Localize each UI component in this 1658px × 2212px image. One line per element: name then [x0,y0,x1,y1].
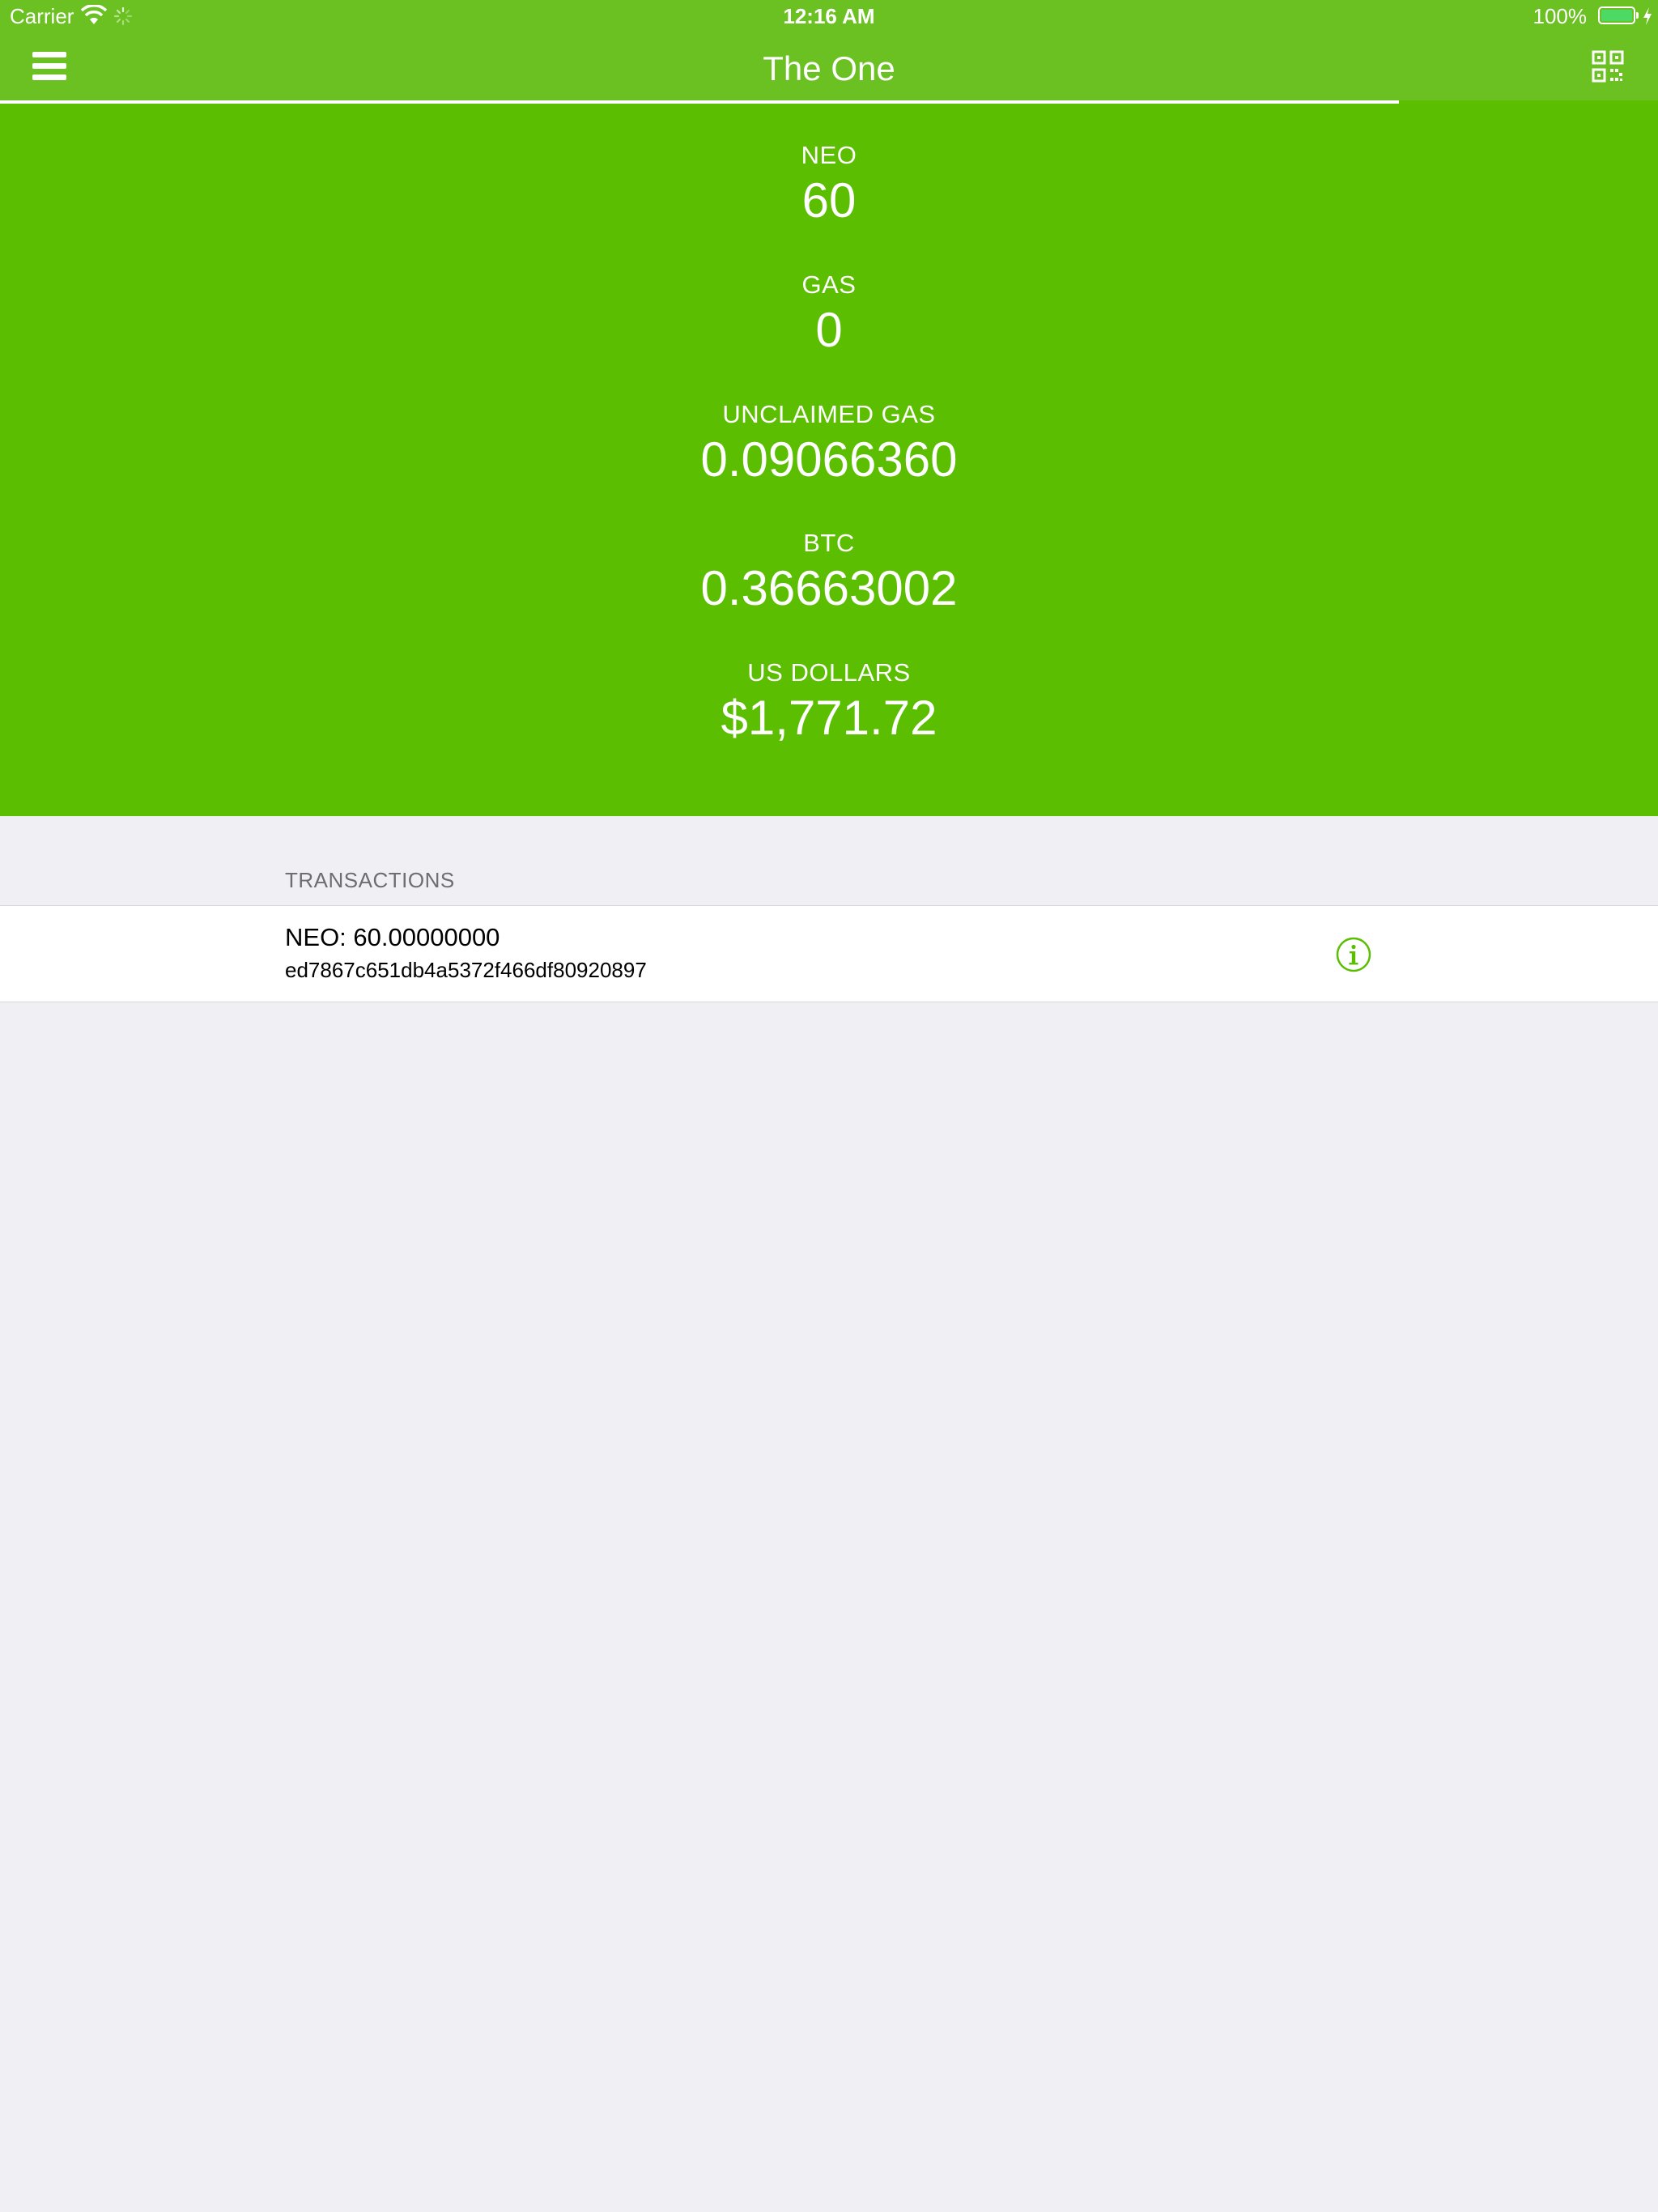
info-icon[interactable] [1336,937,1371,972]
balances-panel: NEO 60 GAS 0 UNCLAIMED GAS 0.09066360 BT… [0,104,1658,816]
balance-neo: NEO 60 [0,139,1658,230]
balance-label: UNCLAIMED GAS [722,400,936,428]
balance-label: US DOLLARS [747,658,911,687]
battery-icon [1598,6,1639,24]
balance-label: NEO [801,141,857,169]
balance-value: 60 [801,173,857,228]
status-time: 12:16 AM [783,4,875,28]
transaction-hash: ed7867c651db4a5372f466df80920897 [285,958,647,982]
balance-value: 0.36663002 [700,561,958,615]
balance-label: BTC [803,529,855,557]
balance-value: $1,771.72 [721,691,937,745]
nav-bar: The One [0,32,1658,104]
balance-unclaimed-gas: UNCLAIMED GAS 0.09066360 [0,398,1658,489]
qr-code-icon[interactable] [1592,50,1624,83]
transaction-amount: NEO: 60.00000000 [285,923,500,951]
wallet-title: The One [763,49,895,87]
charging-bolt-icon [1643,7,1652,25]
transactions-header: TRANSACTIONS [285,868,455,892]
status-bar: Carrier 12:16 AM 100% [0,0,1658,32]
balance-label: GAS [801,270,857,299]
balance-value: 0 [815,303,843,357]
battery-percentage: 100% [1533,4,1588,28]
balance-usd: US DOLLARS $1,771.72 [0,657,1658,747]
balance-value: 0.09066360 [700,432,958,487]
balance-gas: GAS 0 [0,269,1658,359]
balance-btc: BTC 0.36663002 [0,527,1658,618]
table-row[interactable]: NEO: 60.00000000 ed7867c651db4a5372f466d… [0,905,1658,1002]
